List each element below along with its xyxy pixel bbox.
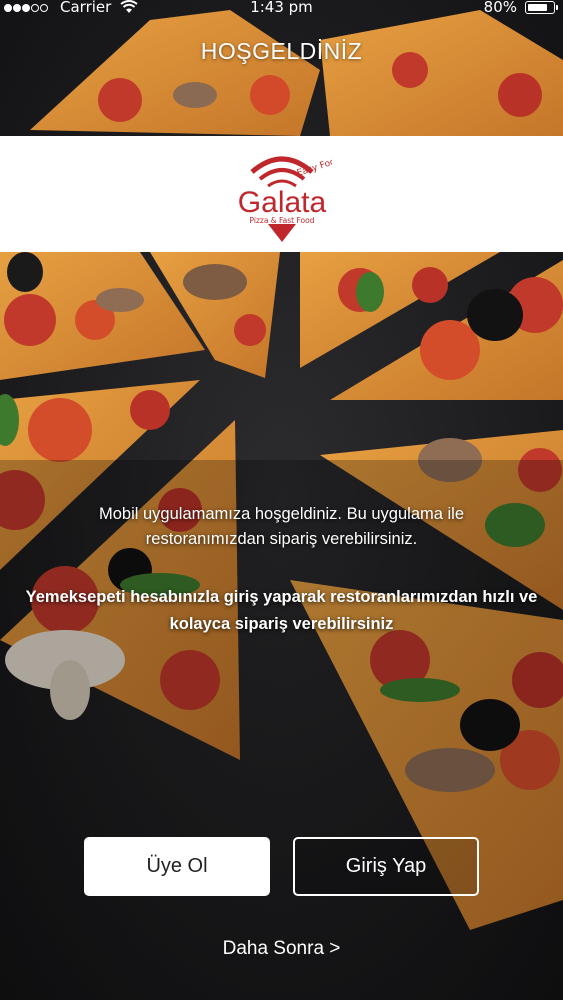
page-title: HOŞGELDİNİZ xyxy=(200,38,363,64)
intro-text: Mobil uygulamamıza hoşgeldiniz. Bu uygul… xyxy=(98,505,465,548)
intro-bold-text: Yemeksepeti hesabınızla giriş yaparak re… xyxy=(25,588,538,633)
later-link[interactable]: Daha Sonra > xyxy=(0,938,563,960)
status-bar: Carrier 1:43 pm 80% xyxy=(0,0,563,20)
clock: 1:43 pm xyxy=(250,0,313,16)
logo-banner: Easy Food Galata Pizza & Fast Food xyxy=(0,136,563,252)
battery-level xyxy=(527,3,547,11)
battery-icon xyxy=(525,1,558,14)
logo-brand-name: Galata xyxy=(238,186,327,219)
register-button[interactable]: Üye Ol xyxy=(84,837,270,896)
logo-tagline-top: Easy Food xyxy=(296,155,332,179)
galata-logo: Easy Food Galata Pizza & Fast Food xyxy=(238,155,332,242)
logo-tagline-bottom: Pizza & Fast Food xyxy=(250,216,315,225)
login-button[interactable]: Giriş Yap xyxy=(293,837,479,896)
battery-percentage: 80% xyxy=(483,0,517,16)
